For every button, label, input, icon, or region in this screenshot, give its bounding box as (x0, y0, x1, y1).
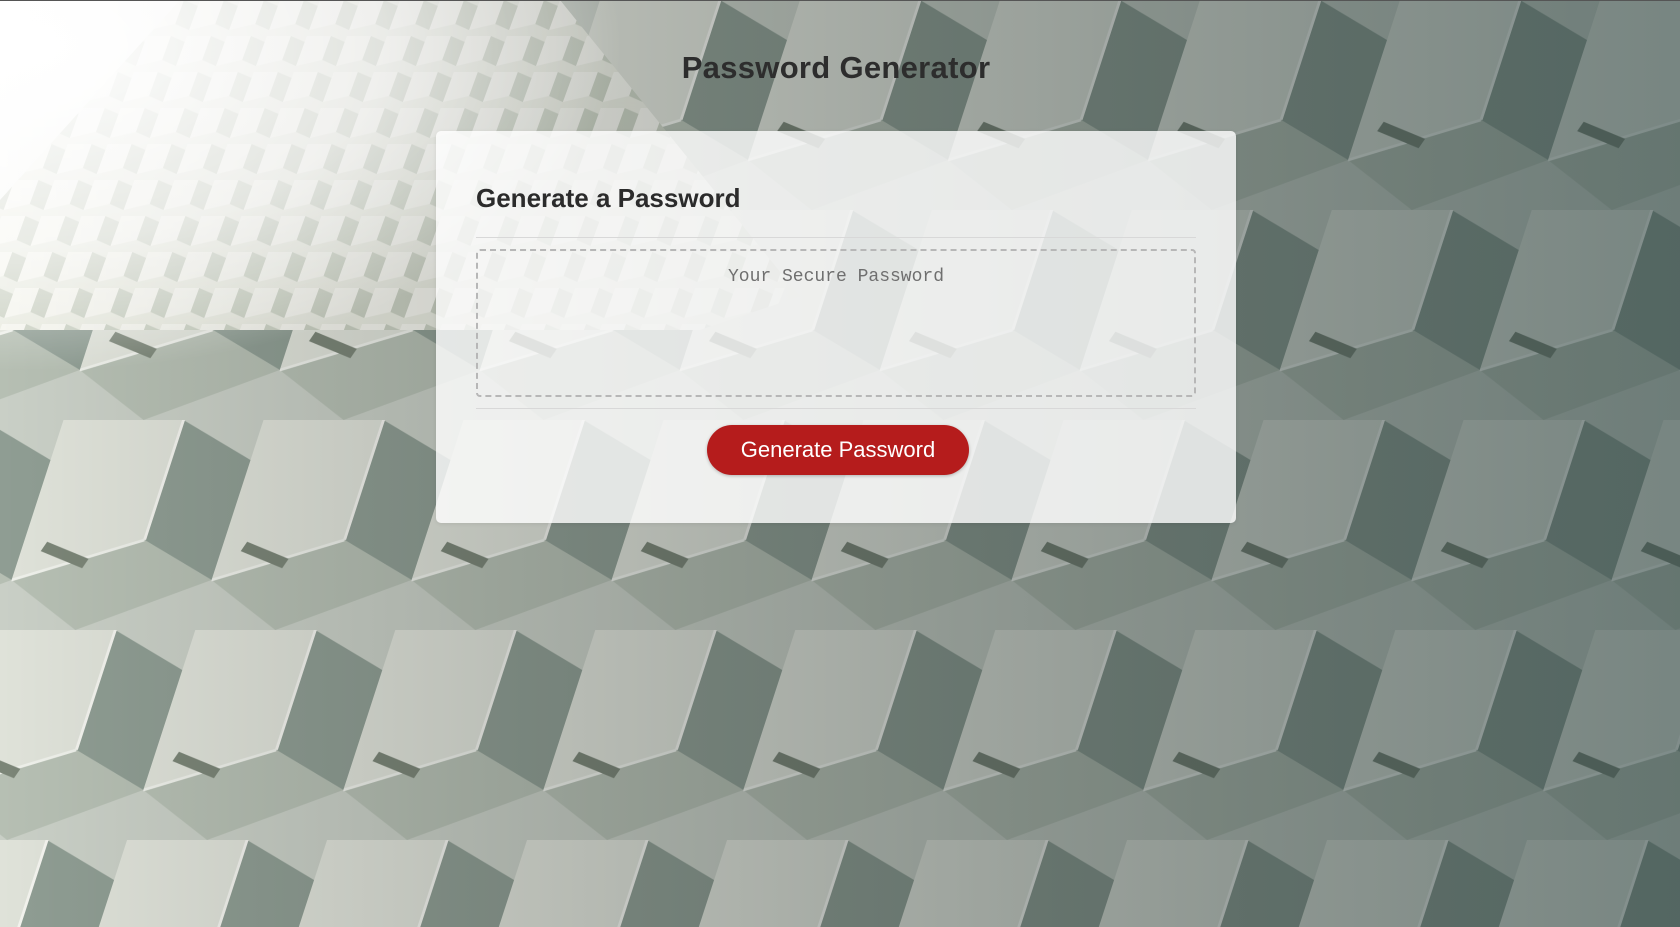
password-card: Generate a Password Generate Password (436, 131, 1236, 523)
password-output[interactable] (476, 249, 1196, 397)
card-body (476, 249, 1196, 397)
card-header: Generate a Password (476, 131, 1196, 238)
generate-password-button[interactable]: Generate Password (707, 425, 969, 475)
top-border (0, 0, 1680, 1)
page-title: Password Generator (681, 50, 991, 85)
card-footer: Generate Password (476, 408, 1196, 524)
card-title: Generate a Password (476, 183, 741, 213)
